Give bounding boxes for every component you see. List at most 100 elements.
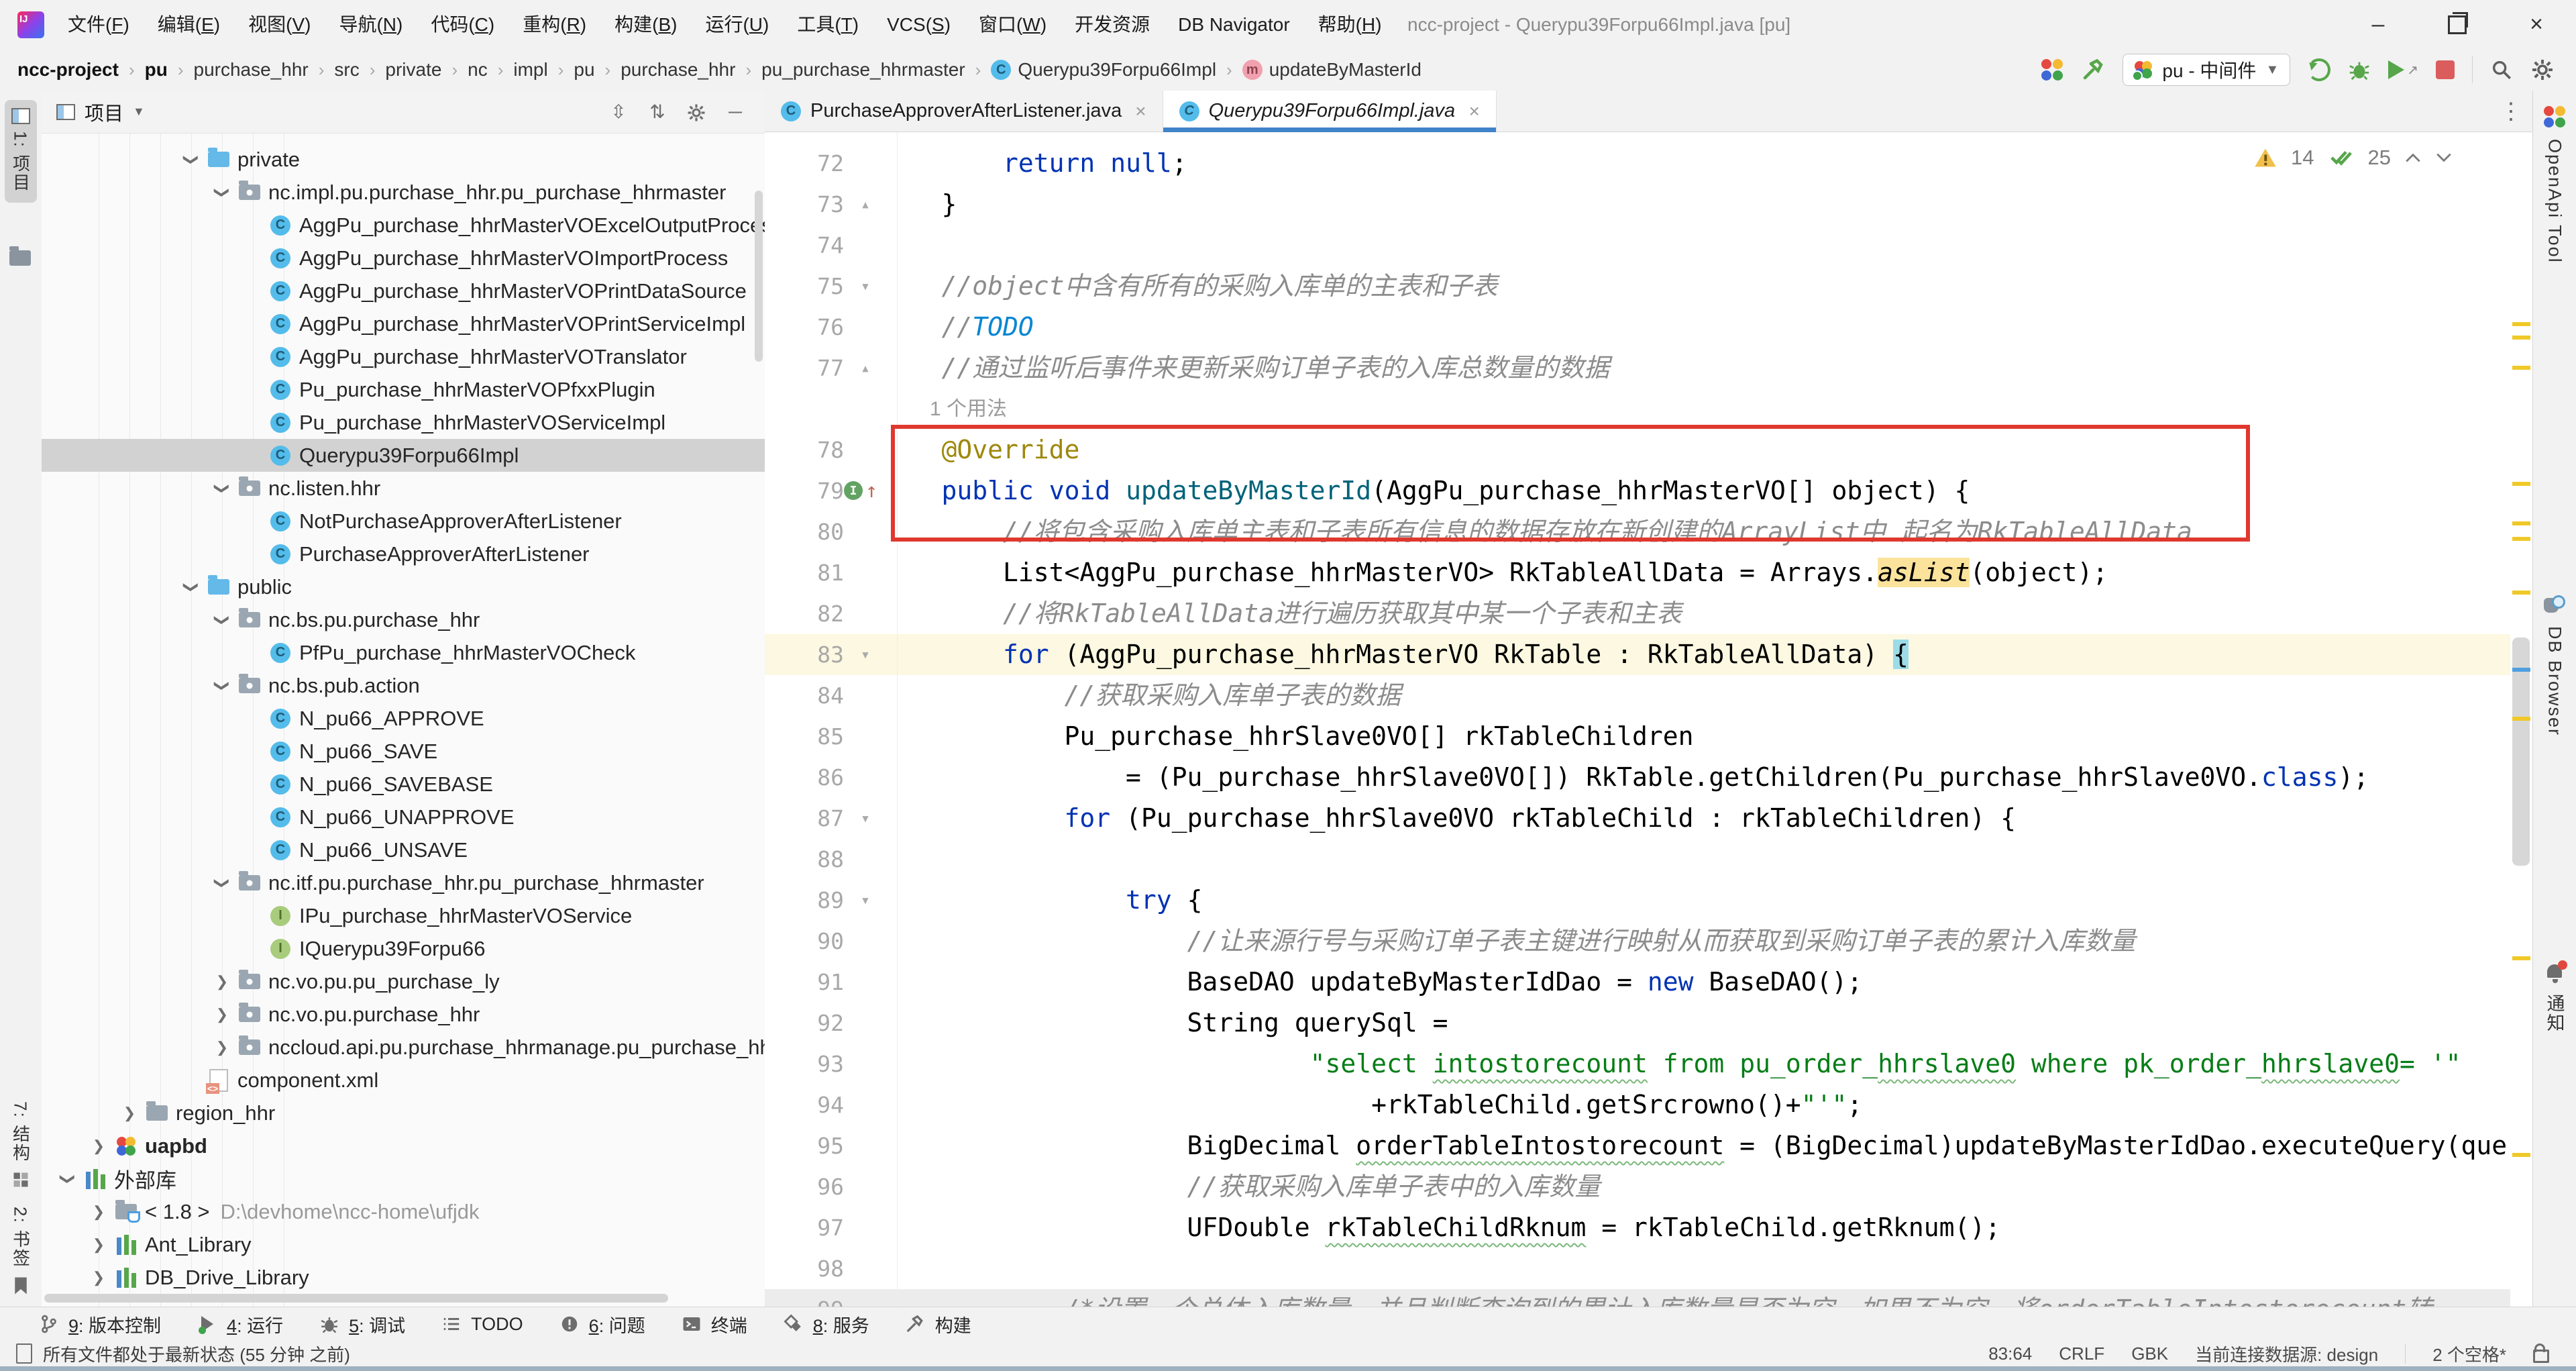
rerun-button[interactable] xyxy=(2308,58,2330,81)
tree-expand-icon[interactable]: ❯ xyxy=(86,1203,111,1221)
tree-expand-icon[interactable]: ❯ xyxy=(213,180,231,205)
usage-hint[interactable]: 1 个用法 xyxy=(930,389,1007,429)
code-line[interactable]: 99 /*设置一个总体入库数量，并且判断查询到的累计入库数量是否为空，如果不为空… xyxy=(765,1289,2510,1307)
minimize-button[interactable]: – xyxy=(2339,0,2418,49)
tree-row[interactable]: ❯nccloud.api.pu.purchase_hhrmanage.pu_pu… xyxy=(42,1031,765,1064)
tree-row[interactable]: ❯Ant_Library xyxy=(42,1228,765,1261)
tree-row[interactable]: ❯DB_Drive_Library xyxy=(42,1261,765,1294)
fold-marker-icon[interactable]: ▾ xyxy=(852,266,879,307)
search-everywhere-icon[interactable] xyxy=(2490,58,2513,81)
tool-window-button-terminal[interactable]: 终端 xyxy=(682,1311,747,1337)
prev-problem-icon[interactable] xyxy=(2404,151,2422,164)
tree-expand-icon[interactable]: ❯ xyxy=(86,1236,111,1254)
tree-expand-icon[interactable]: ❯ xyxy=(209,973,235,991)
editor-tab[interactable]: CPurchaseApproverAfterListener.java× xyxy=(765,91,1163,132)
breadcrumb-item[interactable]: pu xyxy=(574,59,594,81)
hide-panel-icon[interactable]: ─ xyxy=(720,101,750,123)
tree-row[interactable]: CAggPu_purchase_hhrMasterVOPrintDataSour… xyxy=(42,274,765,307)
menu-item[interactable]: 重构(R) xyxy=(508,0,600,49)
tool-window-button-services[interactable]: 8: 服务 xyxy=(784,1311,869,1337)
run-configuration-select[interactable]: pu - 中间件 ▼ xyxy=(2123,54,2290,86)
menu-item[interactable]: 视图(V) xyxy=(234,0,325,49)
code-line[interactable]: 76 //TODO xyxy=(765,307,2510,348)
code-line[interactable]: 94 +rkTableChild.getSrcrowno()+"'"; xyxy=(765,1084,2510,1125)
code-line[interactable]: 80 //将包含采购入库单主表和子表所有信息的数据存放在新创建的ArrayLis… xyxy=(765,511,2510,552)
close-icon[interactable]: × xyxy=(1468,101,1479,122)
breadcrumb-item[interactable]: private xyxy=(385,59,441,81)
line-ending[interactable]: CRLF xyxy=(2059,1343,2104,1364)
build-tool-icon[interactable] xyxy=(2081,58,2105,82)
code-line[interactable]: 96 //获取采购入库单子表中的入库数量 xyxy=(765,1166,2510,1207)
datasource-status[interactable]: 当前连接数据源: design xyxy=(2195,1341,2378,1366)
code-editor[interactable]: 72 return null;73▴ }7475▾ //object中含有所有的… xyxy=(765,132,2533,1307)
tool-window-button-bookmarks[interactable]: 2: 书签 xyxy=(9,1207,34,1296)
tree-expand-icon[interactable]: ❯ xyxy=(182,147,200,172)
tree-row[interactable]: CN_pu66_SAVEBASE xyxy=(42,768,765,801)
tool-window-button-structure[interactable]: 7: 结构 xyxy=(9,1101,34,1189)
tree-row[interactable]: ❯nc.bs.pub.action xyxy=(42,669,765,702)
editor-tab[interactable]: CQuerypu39Forpu66Impl.java× xyxy=(1163,91,1497,132)
code-line[interactable]: 95 BigDecimal orderTableIntostorecount =… xyxy=(765,1125,2510,1166)
panel-settings-gear-icon[interactable] xyxy=(682,101,711,123)
tool-window-button-todo[interactable]: TODO xyxy=(441,1314,523,1335)
tree-row[interactable]: ❯uapbd xyxy=(42,1129,765,1162)
menu-item[interactable]: 代码(C) xyxy=(417,0,508,49)
tree-row[interactable]: CPu_purchase_hhrMasterVOServiceImpl xyxy=(42,406,765,439)
tree-expand-icon[interactable]: ❯ xyxy=(209,1006,235,1023)
collapse-all-icon[interactable]: ⇅ xyxy=(643,101,672,123)
stop-button[interactable] xyxy=(2436,60,2455,79)
code-line[interactable]: 81 List<AggPu_purchase_hhrMasterVO> RkTa… xyxy=(765,552,2510,593)
code-line[interactable]: 88 xyxy=(765,839,2510,880)
tree-row[interactable]: ❯nc.listen.hhr xyxy=(42,472,765,505)
tree-vertical-scrollbar[interactable] xyxy=(755,191,763,362)
menu-item[interactable]: DB Navigator xyxy=(1164,0,1304,49)
tree-expand-icon[interactable]: ❯ xyxy=(213,476,231,501)
menu-item[interactable]: 导航(N) xyxy=(325,0,417,49)
tree-row[interactable]: ❯region_hhr xyxy=(42,1097,765,1129)
code-line[interactable]: 86 = (Pu_purchase_hhrSlave0VO[]) RkTable… xyxy=(765,757,2510,798)
tree-row[interactable]: ❯nc.bs.pu.purchase_hhr xyxy=(42,603,765,636)
tree-expand-icon[interactable]: ❯ xyxy=(209,1039,235,1056)
tool-window-button-branch[interactable]: 9: 版本控制 xyxy=(39,1311,161,1337)
code-line[interactable]: 84 //获取采购入库单子表的数据 xyxy=(765,675,2510,716)
code-line[interactable]: 77▴ //通过监听后事件来更新采购订单子表的入库总数量的数据 xyxy=(765,348,2510,389)
tree-expand-icon[interactable]: ❯ xyxy=(86,1269,111,1286)
menu-item[interactable]: 窗口(W) xyxy=(965,0,1061,49)
settings-gear-icon[interactable] xyxy=(2530,58,2555,82)
fold-marker-icon[interactable]: ▾ xyxy=(852,880,879,921)
tree-row[interactable]: CAggPu_purchase_hhrMasterVOPrintServiceI… xyxy=(42,307,765,340)
chevron-down-icon[interactable]: ▼ xyxy=(133,105,145,119)
tree-row[interactable]: ❯< 1.8 >D:\devhome\ncc-home\ufjdk xyxy=(42,1195,765,1228)
tool-window-button-problems[interactable]: 6: 问题 xyxy=(559,1311,645,1337)
fold-marker-icon[interactable]: ▴ xyxy=(852,348,879,389)
breadcrumb-item[interactable]: pu xyxy=(145,59,168,81)
plugin-icon[interactable] xyxy=(2041,58,2063,81)
tree-row[interactable]: ❯nc.itf.pu.purchase_hhr.pu_purchase_hhrm… xyxy=(42,866,765,899)
tree-row[interactable]: ❯nc.vo.pu.purchase_hhr xyxy=(42,998,765,1031)
lock-icon[interactable] xyxy=(2533,1350,2549,1363)
code-line[interactable]: 83▾ for (AggPu_purchase_hhrMasterVO RkTa… xyxy=(765,634,2510,675)
tree-row[interactable]: IIPu_purchase_hhrMasterVOService xyxy=(42,899,765,932)
tree-expand-icon[interactable]: ❯ xyxy=(213,673,231,699)
tree-row[interactable]: CAggPu_purchase_hhrMasterVOImportProcess xyxy=(42,242,765,274)
commit-tool-icon[interactable] xyxy=(9,250,31,269)
tree-row[interactable]: CQuerypu39Forpu66Impl xyxy=(42,439,765,472)
code-line[interactable]: 1 个用法 xyxy=(765,389,2510,429)
error-stripe-column[interactable] xyxy=(2510,132,2533,1307)
tree-row[interactable]: ❯nc.vo.pu.pu_purchase_ly xyxy=(42,965,765,998)
breadcrumb-item[interactable]: CQuerypu39Forpu66Impl xyxy=(991,59,1216,81)
file-encoding[interactable]: GBK xyxy=(2131,1343,2168,1364)
implements-method-icon[interactable]: I xyxy=(844,481,863,500)
debug-button[interactable] xyxy=(2348,58,2371,81)
next-problem-icon[interactable] xyxy=(2435,151,2453,164)
tree-row[interactable]: ❯private xyxy=(42,143,765,176)
expand-all-icon[interactable]: ⇳ xyxy=(604,101,633,123)
tree-expand-icon[interactable]: ❯ xyxy=(86,1137,111,1155)
code-line[interactable]: 79I↑ public void updateByMasterId(AggPu_… xyxy=(765,470,2510,511)
tree-row[interactable]: ❯nc.impl.pu.purchase_hhr.pu_purchase_hhr… xyxy=(42,176,765,209)
tree-row[interactable]: CN_pu66_APPROVE xyxy=(42,702,765,735)
tree-row[interactable]: CAggPu_purchase_hhrMasterVOTranslator xyxy=(42,340,765,373)
breadcrumb-item[interactable]: purchase_hhr xyxy=(621,59,735,81)
code-line[interactable]: 92 String querySql = xyxy=(765,1003,2510,1044)
code-line[interactable]: 90 //让来源行号与采购订单子表主键进行映射从而获取到采购订单子表的累计入库数… xyxy=(765,921,2510,962)
